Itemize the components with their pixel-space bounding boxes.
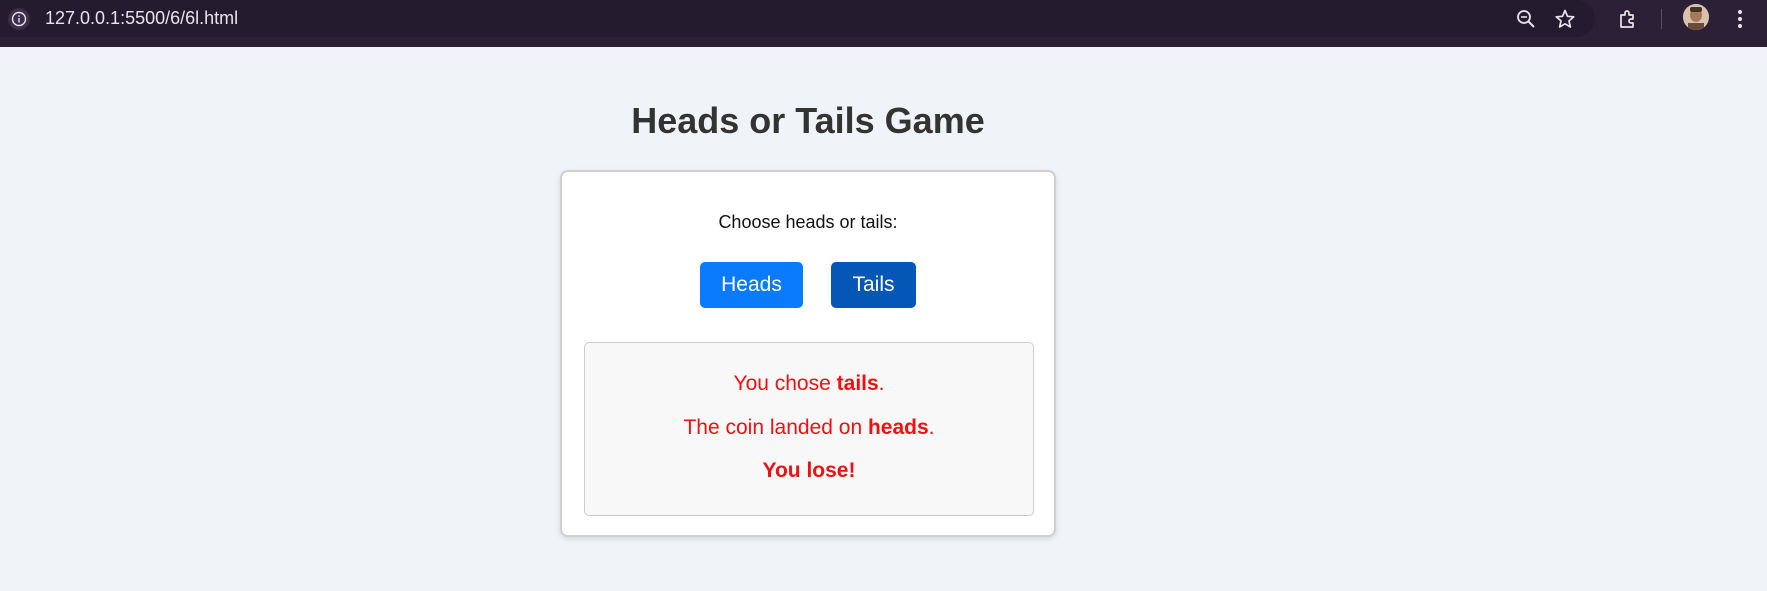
outcome-message: You lose! <box>762 459 856 482</box>
extensions-icon[interactable] <box>1615 6 1641 32</box>
choice-suffix: . <box>878 372 885 395</box>
address-bar[interactable]: 127.0.0.1:5500/6/6l.html <box>0 0 1595 37</box>
info-icon[interactable] <box>8 8 30 30</box>
choice-prefix: You chose <box>733 372 837 395</box>
choice-prompt: Choose heads or tails: <box>718 212 898 232</box>
tails-button[interactable]: Tails <box>831 262 916 308</box>
game-card: Choose heads or tails: Heads Tails You c… <box>560 170 1056 537</box>
result-panel: You chose tails. The coin landed on head… <box>584 342 1034 516</box>
menu-kebab-icon[interactable] <box>1727 6 1753 32</box>
page-title: Heads or Tails Game <box>631 100 985 141</box>
player-choice-line: You chose tails. <box>585 372 1033 396</box>
coin-result-value: heads <box>867 416 929 439</box>
coin-suffix: . <box>928 416 935 439</box>
bookmark-star-icon[interactable] <box>1552 6 1578 32</box>
profile-avatar[interactable] <box>1683 4 1709 30</box>
zoom-out-icon[interactable] <box>1513 6 1539 32</box>
player-choice-value: tails <box>836 372 879 395</box>
url-text[interactable]: 127.0.0.1:5500/6/6l.html <box>45 8 238 29</box>
browser-toolbar: 127.0.0.1:5500/6/6l.html <box>0 0 1767 47</box>
heads-button[interactable]: Heads <box>700 262 803 308</box>
coin-result-line: The coin landed on heads. <box>585 416 1033 440</box>
toolbar-divider <box>1661 9 1662 29</box>
coin-prefix: The coin landed on <box>683 416 868 439</box>
